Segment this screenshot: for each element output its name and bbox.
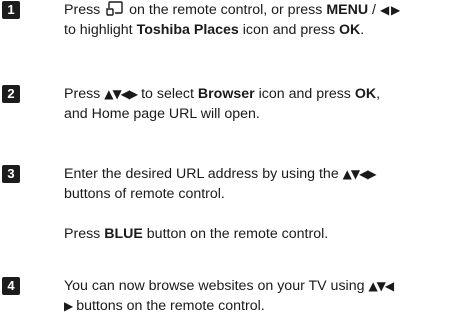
step-4-line-2: ▶ buttons on the remote control. [64,296,476,316]
text: Press [64,2,101,18]
separator: / [368,2,380,18]
step-3-line-2: buttons of remote control. [64,186,225,202]
step-1-text: Press on the remote control, or press ME… [64,0,476,40]
step-3-note: Press BLUE button on the remote control. [64,224,476,244]
text: Press [64,86,101,102]
ok-label: OK [354,86,377,102]
home-icon [106,1,123,16]
arrow-keys-icon: ▲▼◀ [368,279,394,293]
step-3-line-1: Enter the desired URL address by using t… [64,164,476,184]
step-1-line-2: to highlight Toshiba Places icon and pre… [64,20,476,40]
arrow-right-icon: ▶ [64,299,73,313]
arrow-keys-icon: ▲▼◀▶ [104,87,138,101]
step-number-badge: 1 [2,1,20,19]
arrow-left-right-icon: ◀ ▶ [379,3,400,17]
text: icon and press [242,22,336,38]
step-1-line-1: Press on the remote control, or press ME… [64,0,476,20]
menu-label: MENU [326,2,369,18]
step-number-badge: 4 [2,277,20,295]
browser-label: Browser [197,86,255,102]
text: to highlight [64,22,133,38]
step-2-text: Press ▲▼◀▶ to select Browser icon and pr… [64,84,476,124]
toshiba-places-label: Toshiba Places [136,22,239,38]
text: You can now browse websites on your TV u… [64,278,365,294]
text: to select [141,86,194,102]
step-4-line-1: You can now browse websites on your TV u… [64,276,476,296]
text: on the remote control, or press [129,2,323,18]
blue-label: BLUE [104,226,143,242]
step-2-line-2: and Home page URL will open. [64,106,260,122]
step-number-badge: 3 [2,165,20,183]
text: buttons on the remote control. [76,298,265,314]
text: button on the remote control. [146,226,329,242]
text: icon and press [258,86,351,102]
text: Enter the desired URL address by using t… [64,166,339,182]
punctuation: , [376,86,381,102]
arrow-keys-icon: ▲▼◀▶ [342,167,377,181]
ok-label: OK [339,22,361,38]
punctuation: . [360,22,365,38]
step-3-text: Enter the desired URL address by using t… [64,164,476,204]
step-number-badge: 2 [2,85,20,103]
step-2-line-1: Press ▲▼◀▶ to select Browser icon and pr… [64,84,476,104]
text: Press [64,226,101,242]
step-4-text: You can now browse websites on your TV u… [64,276,476,316]
